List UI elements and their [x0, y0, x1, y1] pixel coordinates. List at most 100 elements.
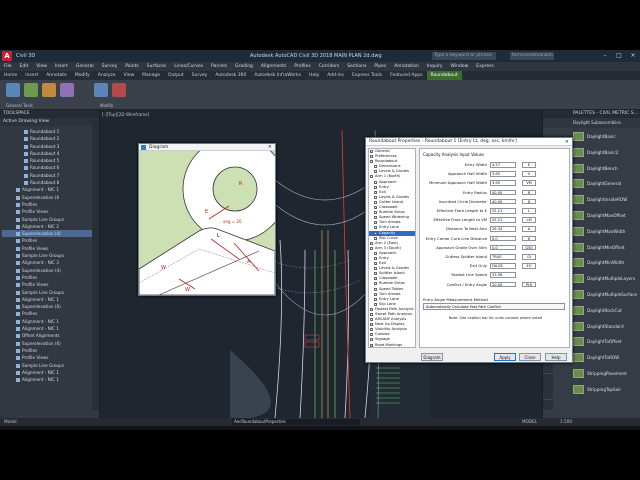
tree-item[interactable]: Superelevation (6): [2, 340, 99, 347]
checkbox-icon[interactable]: [374, 231, 377, 235]
entry-angle-method-select[interactable]: Automatically Calculate Fast Path Confli…: [423, 303, 565, 310]
tree-item[interactable]: Roundabout 6: [2, 164, 99, 171]
apply-button[interactable]: Apply: [494, 353, 516, 361]
menu-item[interactable]: Pipes: [370, 62, 390, 71]
checkbox-icon[interactable]: [370, 323, 373, 327]
menu-item[interactable]: File: [0, 62, 16, 71]
menu-item[interactable]: Profiles: [290, 62, 314, 71]
ribbon-tab[interactable]: Manage: [138, 71, 164, 80]
tree-item[interactable]: Superelevation (6: [2, 194, 99, 201]
field-value-input[interactable]: 26.34: [490, 226, 516, 232]
field-value-input[interactable]: 40.00: [490, 198, 516, 205]
menu-item[interactable]: View: [32, 62, 51, 71]
menu-item[interactable]: Edit: [16, 62, 33, 71]
checkbox-icon[interactable]: [374, 262, 377, 266]
checkbox-icon[interactable]: [374, 267, 377, 271]
tree-item[interactable]: Sample Line Groups: [2, 289, 99, 296]
checkbox-icon[interactable]: [374, 216, 377, 220]
ribbon-tab[interactable]: Featured Apps: [386, 71, 426, 80]
field-value-input[interactable]: 33.56: [490, 272, 516, 278]
checkbox-icon[interactable]: [374, 221, 377, 225]
tree-item[interactable]: Superelevation (6): [2, 303, 99, 310]
field-value-input[interactable]: FALSE: [490, 263, 516, 269]
checkbox-icon[interactable]: [374, 226, 377, 230]
autocad-logo-icon[interactable]: A: [2, 51, 12, 61]
ribbon-tab[interactable]: View: [119, 71, 138, 80]
palette-item[interactable]: StrippingTopSoil: [573, 383, 639, 396]
menu-item[interactable]: Lines/Curves: [170, 62, 207, 71]
tree-item[interactable]: Roundabout 4: [2, 150, 99, 157]
tree-item[interactable]: Profile Views: [2, 281, 99, 288]
tree-item[interactable]: Alignment - NIC 1: [2, 376, 99, 383]
model-space-indicator[interactable]: MODEL: [522, 418, 537, 426]
ribbon-tab[interactable]: Autodesk 360: [211, 71, 250, 80]
analysis-tool-icon[interactable]: [60, 83, 74, 97]
tree-item[interactable]: Roundabout 1: [2, 128, 99, 135]
minimize-icon[interactable]: –: [598, 50, 612, 62]
search-input[interactable]: Type a keyword or phrase: [432, 52, 496, 60]
tree-item[interactable]: Roundabout 2: [2, 135, 99, 142]
user-signin[interactable]: terrencedevanson: [510, 52, 554, 60]
menu-item[interactable]: Annotation: [390, 62, 423, 71]
checkbox-icon[interactable]: [374, 292, 377, 296]
palette-item[interactable]: DaylightGeneral: [573, 177, 639, 190]
checkbox-icon[interactable]: [370, 313, 373, 316]
palette-item[interactable]: DaylightBench: [573, 162, 639, 175]
ribbon-tab[interactable]: Add-ins: [323, 71, 348, 80]
ribbon-tab[interactable]: Annotate: [42, 71, 71, 80]
palette-item[interactable]: DaylightToROW: [573, 351, 639, 364]
checkbox-icon[interactable]: [374, 272, 377, 276]
diagram-close-icon[interactable]: ×: [268, 144, 272, 151]
tree-item[interactable]: Alignment - NIC 1: [2, 296, 99, 303]
roundabout-tool-icon[interactable]: [6, 83, 20, 97]
tree-item[interactable]: Superelevation (4): [2, 230, 99, 238]
diagram-window-titlebar[interactable]: Diagram ×: [139, 144, 275, 151]
tree-item[interactable]: Roundabout 3: [2, 143, 99, 150]
menu-item[interactable]: Grading: [231, 62, 257, 71]
tree-item[interactable]: Sample Line Groups: [2, 252, 99, 259]
menu-item[interactable]: Corridors: [315, 62, 344, 71]
tree-item[interactable]: Profile Views: [2, 354, 99, 361]
palette-item[interactable]: DaylightInsideROW: [573, 193, 639, 206]
palette-item[interactable]: DaylightMultipleLayers: [573, 272, 639, 285]
model-tab[interactable]: Model: [4, 418, 17, 426]
field-value-input[interactable]: 3.65: [490, 171, 516, 177]
menu-item[interactable]: Insert: [51, 62, 72, 71]
checkbox-icon[interactable]: [370, 338, 373, 342]
arm-tool-icon[interactable]: [24, 83, 38, 97]
menu-item[interactable]: Window: [447, 62, 473, 71]
menu-item[interactable]: Inquiry: [423, 62, 447, 71]
active-drawing-view[interactable]: Active Drawing View: [0, 118, 99, 126]
annotation-scale[interactable]: 1:500: [560, 418, 572, 426]
tree-item[interactable]: Sample Line Groups: [2, 362, 99, 369]
checkbox-icon[interactable]: [374, 170, 377, 174]
field-value-input[interactable]: 0.0: [490, 244, 516, 251]
menu-item[interactable]: General: [72, 62, 98, 71]
palette-tab[interactable]: [543, 374, 553, 400]
menu-item[interactable]: Sections: [343, 62, 370, 71]
menu-item[interactable]: Points: [121, 62, 143, 71]
field-value-input[interactable]: 0.0: [490, 235, 516, 242]
tree-item[interactable]: Profiles: [2, 274, 99, 281]
palette-item[interactable]: DaylightBasic: [573, 130, 639, 143]
field-value-input[interactable]: 40.00: [490, 189, 516, 196]
tree-item[interactable]: Profiles: [2, 347, 99, 354]
checkbox-icon[interactable]: [370, 241, 373, 245]
tree-item[interactable]: Offset Alignments: [2, 332, 99, 339]
ribbon-tab[interactable]: Autodesk InfraWorks: [250, 71, 305, 80]
checkbox-icon[interactable]: [374, 236, 377, 240]
palette-item[interactable]: DaylightMinWidth: [573, 256, 639, 269]
tree-item[interactable]: Alignment - NIC 1: [2, 318, 99, 325]
palette-item[interactable]: DaylightRockCut: [573, 304, 639, 317]
checkbox-icon[interactable]: [370, 333, 373, 337]
checkbox-icon[interactable]: [370, 150, 373, 153]
tree-item[interactable]: Profiles: [2, 201, 99, 208]
checkbox-icon[interactable]: [374, 297, 377, 301]
ribbon-tab[interactable]: Express Tools: [348, 71, 386, 80]
ribbon-tab[interactable]: Survey: [188, 71, 212, 80]
palette-item[interactable]: DaylightMultipleSurface: [573, 288, 639, 301]
command-line[interactable]: AecRoundaboutProperties: [232, 419, 360, 425]
tree-item[interactable]: Roundabout 8: [2, 179, 99, 186]
menu-item[interactable]: Survey: [98, 62, 122, 71]
checkbox-icon[interactable]: [370, 307, 373, 311]
